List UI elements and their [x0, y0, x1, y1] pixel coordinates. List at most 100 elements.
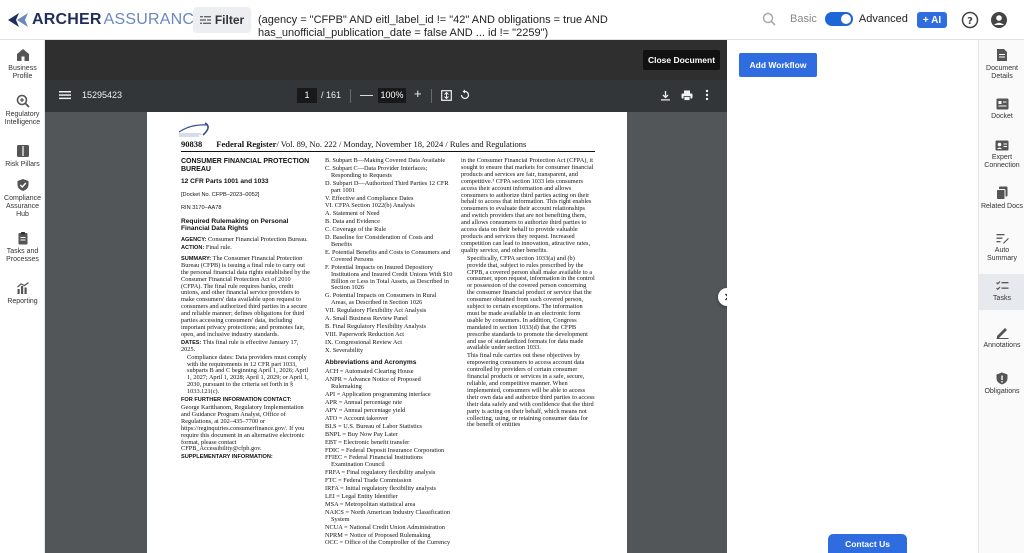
page-number-input[interactable]: 1	[297, 88, 317, 103]
rule-title: Required Rulemaking on Personal Financia…	[181, 217, 289, 232]
advanced-mode-switch[interactable]	[824, 12, 853, 26]
toc-item: VI. CFPA Section 1022(b) Analysis	[325, 202, 415, 210]
document-column-1: CONSUMER FINANCIAL PROTECTION BUREAU 12 …	[181, 158, 313, 553]
abbreviation-item: ATO = Account takeover	[325, 414, 389, 422]
abbreviation-item: LEI = Legal Entity Identifier	[325, 492, 398, 500]
toc-item: VII. Regulatory Flexibility Act Analysis	[325, 307, 427, 315]
rnav-auto-summary[interactable]: Auto Summary	[979, 232, 1024, 263]
nav-business-profile[interactable]: Business Profile	[0, 48, 45, 81]
nav-regulatory-intelligence[interactable]: Regulatory Intelligence	[0, 94, 45, 127]
auto-summary-icon	[996, 234, 1009, 244]
abbreviation-item: FTC = Federal Trade Commission	[325, 477, 412, 485]
add-workflow-button[interactable]: Add Workflow	[739, 53, 817, 77]
rnav-document-details[interactable]: Document Details	[979, 48, 1024, 81]
nav-compliance-assurance-hub[interactable]: Compliance Assurance Hub	[0, 178, 45, 219]
rnav-obligations[interactable]: Obligations	[979, 372, 1024, 396]
toc-item: E. Potential Benefits and Costs to Consu…	[325, 248, 451, 263]
toc-item: A. Small Business Review Panel	[325, 315, 408, 323]
search-icon[interactable]	[762, 12, 776, 26]
bar-chart-icon	[16, 282, 29, 294]
docket-number: [Docket No. CFPB–2023–0052]	[181, 191, 260, 198]
abbreviation-item: APY = Annual percentage yield	[325, 407, 406, 414]
document-header: 90838 Federal Register/ Vol. 89, No. 222 …	[181, 139, 595, 152]
compliance-dates-text: Compliance dates: Data providers must co…	[187, 353, 309, 396]
nav-tasks-and-processes[interactable]: Tasks and Processes	[0, 231, 45, 264]
rnav-annotations[interactable]: Annotations	[979, 326, 1024, 350]
abbreviation-item: OCC = Office of the Comptroller of the C…	[325, 539, 451, 547]
abbreviation-item: EBT = Electronic benefit transfer	[325, 438, 410, 446]
archer-logo-icon	[8, 12, 28, 27]
agency-text: Consumer Financial Protection Bureau.	[207, 236, 308, 244]
search-plus-icon	[16, 94, 30, 108]
contact-us-button[interactable]: Contact Us	[828, 534, 907, 553]
close-document-button[interactable]: Close Document	[643, 50, 720, 70]
app-logo[interactable]: ARCHER ASSURANCE AI	[8, 0, 224, 40]
filter-button[interactable]: Filter	[193, 7, 251, 33]
advanced-mode-label[interactable]: Advanced	[859, 13, 908, 25]
abbreviation-item: NPRM = Notice of Proposed Rulemaking	[325, 531, 431, 539]
abbreviation-item: NAICS = North American Industry Classifi…	[325, 508, 451, 523]
nav-label: Compliance Assurance Hub	[4, 195, 41, 218]
rnav-label: Document Details	[986, 65, 1018, 80]
toc-item: G. Potential Impacts on Consumers in Rur…	[325, 292, 437, 307]
user-account-icon[interactable]	[990, 11, 1008, 29]
pdf-file-name: 15295423	[82, 90, 123, 100]
document-column-3: in the Consumer Financial Protection Act…	[461, 158, 595, 553]
rotate-icon[interactable]	[459, 89, 471, 101]
zoom-level-input[interactable]: 100%	[378, 88, 406, 103]
left-sidebar: Business Profile Regulatory Intelligence…	[0, 40, 45, 553]
toc-item: IX. Congressional Review Act	[325, 338, 402, 346]
cfr-parts: 12 CFR Parts 1001 and 1033	[181, 178, 269, 185]
download-icon[interactable]	[660, 90, 671, 101]
pillars-icon	[16, 145, 29, 157]
abbreviation-item: FRFA = Final regulatory flexibility anal…	[325, 469, 436, 477]
nav-label: Business Profile	[8, 65, 37, 80]
toc-item: C. Coverage of the Rule	[325, 226, 387, 234]
abbreviation-item: FDIC = Federal Deposit Insurance Corpora…	[325, 446, 445, 454]
ai-button[interactable]: + AI	[917, 12, 947, 28]
rnav-tasks[interactable]: Tasks	[979, 274, 1024, 310]
toc-item: A. Statement of Need	[325, 210, 380, 218]
clipboard-icon	[18, 232, 27, 245]
nav-risk-pillars[interactable]: Risk Pillars	[0, 144, 45, 169]
print-icon[interactable]	[681, 90, 693, 101]
pdf-page: 90838 Federal Register/ Vol. 89, No. 222 …	[147, 112, 627, 553]
rnav-label: Obligations	[984, 388, 1020, 395]
id-card-icon	[995, 140, 1009, 151]
abbreviation-item: ANPR = Advance Notice of Proposed Rulema…	[325, 376, 421, 391]
zoom-out-button[interactable]: —	[360, 87, 373, 102]
fit-page-icon[interactable]	[441, 90, 452, 101]
document-column-2: B. Subpart B—Making Covered Data Availab…	[325, 158, 453, 553]
tasks-icon	[995, 281, 1008, 291]
more-options-icon[interactable]	[705, 89, 709, 101]
abbreviation-item: BNPL = Buy Now Pay Later	[325, 430, 398, 438]
nav-reporting[interactable]: Reporting	[0, 281, 45, 306]
rnav-related-docs[interactable]: Related Docs	[979, 186, 1024, 211]
toc-item: B. Data and Evidence	[325, 218, 380, 226]
zoom-in-button[interactable]: +	[414, 86, 422, 101]
rnav-expert-connection[interactable]: Expert Connection	[979, 140, 1024, 170]
abbreviation-item: BLS = U.S. Bureau of Labor Statistics	[325, 422, 422, 430]
abbreviation-item: APR = Annual percentage rate	[325, 399, 402, 407]
abbreviations-heading: Abbreviations and Acronyms	[325, 358, 417, 366]
rnav-label: Auto Summary	[987, 247, 1017, 262]
document-page-number: 90838	[181, 139, 203, 149]
pdf-canvas[interactable]: 90838 Federal Register/ Vol. 89, No. 222 …	[45, 112, 727, 553]
rnav-label: Tasks	[993, 295, 1011, 302]
query-input[interactable]: (agency = "CFPB" AND eitl_label_id != "4…	[258, 14, 758, 40]
toc-item: B. Subpart B—Making Covered Data Availab…	[325, 158, 446, 164]
basic-mode-label[interactable]: Basic	[790, 13, 817, 25]
workflow-panel: Add Workflow Contact Us	[727, 40, 978, 553]
menu-icon[interactable]	[59, 89, 71, 101]
rnav-docket[interactable]: Docket	[979, 98, 1024, 121]
page-total: / 161	[321, 90, 342, 100]
body-paragraph: Specifically, CFPA section 1033(a) and (…	[467, 254, 595, 352]
toc-item: D. Baseline for Consideration of Costs a…	[325, 234, 434, 248]
rnav-label: Related Docs	[980, 203, 1024, 210]
house-icon	[16, 49, 29, 61]
federal-register-logo-icon	[178, 122, 209, 137]
summary-text: The Consumer Financial Protection Bureau…	[181, 254, 310, 338]
right-sidebar: Document Details Docket Expert Connectio…	[978, 40, 1024, 553]
help-icon[interactable]: ?	[961, 11, 979, 29]
shield-alert-icon	[996, 372, 1008, 385]
